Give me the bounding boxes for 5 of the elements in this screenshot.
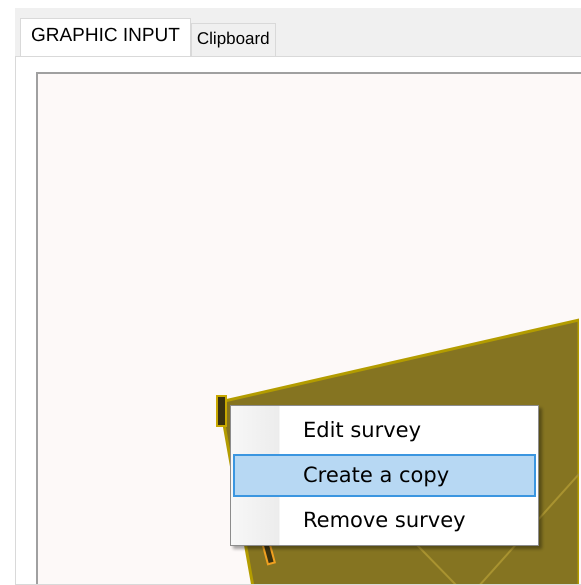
tab[interactable]: GRAPHIC INPUT — [20, 18, 191, 56]
menu-item[interactable]: Edit survey — [233, 409, 536, 452]
menu-item[interactable]: Create a copy — [233, 454, 536, 497]
menu-item[interactable]: Remove survey — [233, 499, 536, 542]
tab[interactable]: Clipboard — [190, 23, 276, 56]
